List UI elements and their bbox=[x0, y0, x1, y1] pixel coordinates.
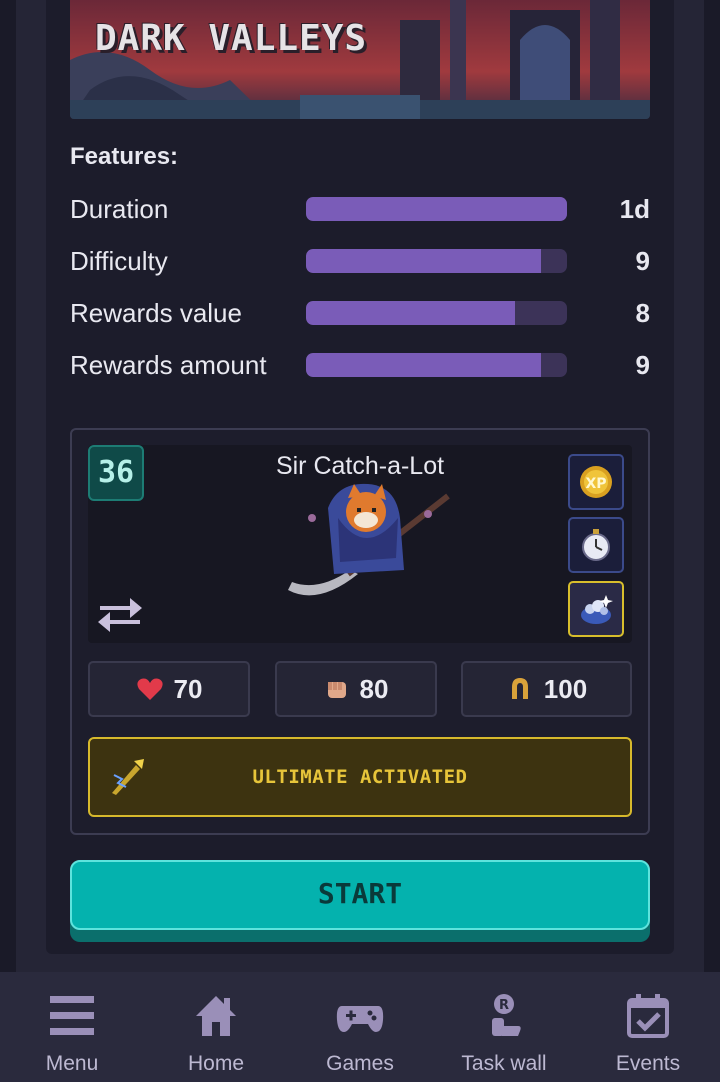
ultimate-label: ULTIMATE ACTIVATED bbox=[252, 766, 468, 788]
bottom-nav: Menu Home Games R Task wall Events bbox=[0, 972, 720, 1082]
perk-xp-boost[interactable]: XP bbox=[568, 454, 624, 510]
quest-banner[interactable]: DARK VALLEYS bbox=[70, 0, 650, 119]
calendar-check-icon bbox=[627, 994, 669, 1038]
hero-name: Sir Catch-a-Lot bbox=[275, 452, 445, 480]
right-gutter bbox=[704, 0, 720, 972]
svg-text:R: R bbox=[499, 998, 509, 1013]
feature-bar bbox=[306, 353, 567, 377]
hero-level-badge: 36 bbox=[88, 445, 144, 501]
feature-bar bbox=[306, 249, 567, 273]
perk-treasure[interactable] bbox=[568, 581, 624, 637]
fist-icon bbox=[327, 682, 346, 698]
feature-bar-fill bbox=[306, 301, 515, 325]
stat-luck: 100 bbox=[461, 661, 632, 717]
feature-bar-fill bbox=[306, 353, 541, 377]
stat-health: 70 bbox=[88, 661, 250, 717]
feature-label: Rewards amount bbox=[70, 350, 267, 380]
task-wall-icon: R bbox=[492, 994, 521, 1036]
perk-stopwatch[interactable] bbox=[568, 517, 624, 573]
feature-row-rewards-amount: Rewards amount 9 bbox=[70, 349, 650, 381]
home-icon bbox=[196, 996, 236, 1036]
stat-strength: 80 bbox=[275, 661, 437, 717]
feature-row-difficulty: Difficulty 9 bbox=[70, 245, 650, 277]
horseshoe-icon bbox=[511, 678, 528, 699]
feature-value: 8 bbox=[635, 298, 650, 328]
feature-value: 9 bbox=[635, 246, 650, 276]
nav-label: Games bbox=[326, 1052, 394, 1075]
nav-label: Home bbox=[187, 1052, 245, 1075]
stat-value: 100 bbox=[543, 673, 588, 704]
banner-title: DARK VALLEYS bbox=[95, 18, 368, 59]
feature-label: Duration bbox=[70, 194, 169, 224]
stat-value: 80 bbox=[359, 673, 389, 704]
xp-boost-icon: XP bbox=[580, 466, 612, 498]
gamepad-icon bbox=[336, 1006, 384, 1032]
feature-bar bbox=[306, 301, 567, 325]
start-button[interactable]: START bbox=[70, 860, 650, 930]
stat-value: 70 bbox=[173, 673, 203, 704]
nav-label: Events bbox=[615, 1052, 681, 1075]
features-heading: Features: bbox=[70, 143, 179, 170]
nav-item-task-wall[interactable]: R Task wall bbox=[432, 972, 576, 1082]
nav-item-games[interactable]: Games bbox=[288, 972, 432, 1082]
ultimate-status[interactable]: ULTIMATE ACTIVATED bbox=[88, 737, 632, 817]
feature-bar-fill bbox=[306, 197, 567, 221]
stopwatch-icon bbox=[582, 529, 610, 561]
nav-item-home[interactable]: Home bbox=[144, 972, 288, 1082]
heart-icon bbox=[136, 678, 163, 700]
feature-bar-fill bbox=[306, 249, 541, 273]
feature-label: Difficulty bbox=[70, 246, 168, 276]
swap-hero-icon[interactable] bbox=[96, 590, 144, 636]
left-gutter bbox=[0, 0, 16, 972]
menu-icon bbox=[50, 996, 94, 1035]
feature-bar bbox=[306, 197, 567, 221]
treasure-icon bbox=[581, 595, 613, 624]
nav-label: Menu bbox=[45, 1052, 99, 1075]
feature-row-rewards-value: Rewards value 8 bbox=[70, 297, 650, 329]
svg-text:XP: XP bbox=[585, 476, 606, 492]
nav-item-events[interactable]: Events bbox=[576, 972, 720, 1082]
feature-value: 9 bbox=[635, 350, 650, 380]
feature-row-duration: Duration 1d bbox=[70, 193, 650, 225]
nav-item-menu[interactable]: Menu bbox=[0, 972, 144, 1082]
feature-label: Rewards value bbox=[70, 298, 242, 328]
feature-value: 1d bbox=[619, 194, 650, 224]
hero-avatar[interactable] bbox=[278, 478, 458, 608]
nav-label: Task wall bbox=[461, 1052, 547, 1075]
